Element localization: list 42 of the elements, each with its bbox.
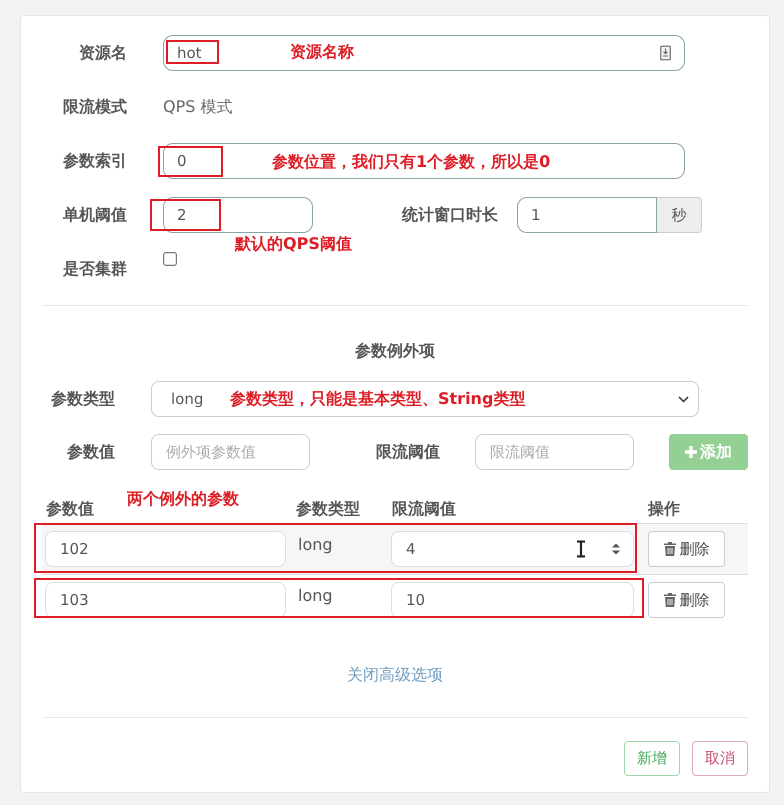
field-label: 参数索引 (62, 151, 127, 171)
unit-addon: 秒 (657, 197, 702, 233)
annotation-text: 资源名称 (290, 42, 354, 62)
cancel-button[interactable]: 取消 (692, 741, 748, 776)
field-label: 参数类型 (50, 389, 115, 409)
plus-icon (685, 446, 697, 458)
param-value-field[interactable]: 例外项参数值 (151, 434, 310, 470)
trash-icon (664, 542, 676, 556)
window-duration-field[interactable]: 1 (517, 197, 657, 233)
chevron-down-icon (678, 396, 689, 402)
delete-button[interactable]: 删除 (648, 582, 725, 618)
annotation-text: 参数位置，我们只有1个参数，所以是0 (272, 152, 550, 172)
download-box-icon (660, 46, 671, 60)
threshold-field[interactable]: 2 (163, 197, 313, 233)
column-header: 参数值 (46, 499, 94, 519)
field-label: 资源名 (78, 43, 127, 63)
trash-icon (664, 593, 676, 607)
param-value-field[interactable]: 103 (45, 582, 286, 618)
delete-button[interactable]: 删除 (648, 531, 725, 567)
limit-field[interactable]: 10 (391, 582, 634, 618)
table-cell-text: long (297, 534, 333, 555)
annotation-text: 默认的QPS阈值 (235, 234, 352, 254)
column-header: 操作 (648, 499, 680, 519)
field-label: 限流模式 (62, 97, 127, 117)
field-label: 是否集群 (62, 259, 127, 279)
field-label: 统计窗口时长 (400, 205, 498, 225)
section-title: 参数例外项 (354, 341, 436, 361)
mode-value: QPS 模式 (163, 96, 232, 118)
limit-field[interactable]: 4 (391, 531, 634, 567)
table-cell-text: long (297, 585, 333, 606)
checkbox[interactable] (163, 252, 177, 266)
field-label: 参数值 (66, 442, 115, 462)
param-value-field[interactable]: 102 (45, 531, 286, 567)
column-header: 参数类型 (296, 499, 360, 519)
limit-field[interactable]: 限流阈值 (475, 434, 634, 470)
field-label: 单机阈值 (62, 205, 127, 225)
text-cursor-icon (576, 540, 586, 558)
annotation-text: 参数类型，只能是基本类型、String类型 (230, 389, 526, 409)
annotation-text: 两个例外的参数 (127, 489, 239, 509)
spinner-arrows-icon[interactable] (612, 544, 620, 554)
field-label: 限流阈值 (375, 442, 440, 462)
column-header: 限流阈值 (392, 499, 456, 519)
